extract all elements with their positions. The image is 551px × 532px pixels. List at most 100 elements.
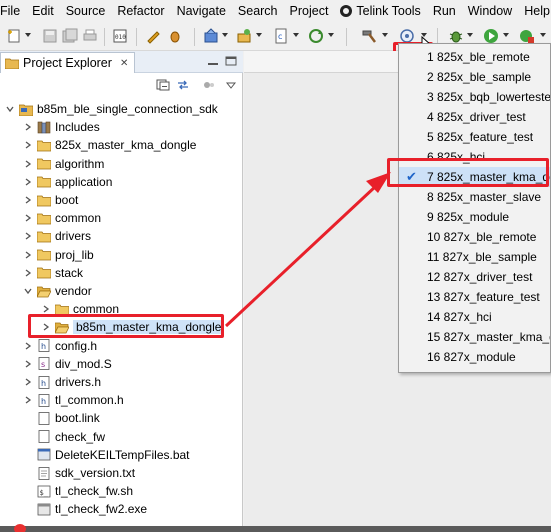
build-config-menu-item[interactable]: 14 827x_hci [399,307,550,327]
menu-edit[interactable]: Edit [26,0,60,23]
build-config-menu-item[interactable]: 8 825x_master_slave [399,187,550,207]
open-type-icon[interactable] [203,28,219,44]
build-config-menu-item[interactable]: 13 827x_feature_test [399,287,550,307]
chevron-right-icon[interactable] [22,358,34,370]
chevron-right-icon[interactable] [22,139,34,151]
tree-item[interactable]: h drivers.h [22,373,101,391]
build-config-menu-label: 15 827x_master_kma_dongle [427,330,550,344]
chevron-right-icon[interactable] [22,394,34,406]
tree-item[interactable]: check_fw [22,428,105,446]
chevron-right-icon[interactable] [22,267,34,279]
open-type-arrow-icon[interactable] [222,33,228,37]
menu-project[interactable]: Project [284,0,335,23]
refresh-icon[interactable] [308,28,324,44]
menu-source[interactable]: Source [60,0,112,23]
tree-item[interactable]: sdk_version.txt [22,464,135,482]
minimize-icon[interactable] [206,55,220,67]
build-config-menu-item[interactable]: 11 827x_ble_sample [399,247,550,267]
tree-item[interactable]: drivers [22,227,91,245]
tree-item[interactable]: stack [22,264,83,282]
save-icon[interactable] [42,28,58,44]
build-config-menu-item[interactable]: 12 827x_driver_test [399,267,550,287]
build-config-menu-item[interactable]: 2 825x_ble_sample [399,67,550,87]
chevron-right-icon[interactable] [22,249,34,261]
debug-arrow-icon[interactable] [467,33,473,37]
tab-project-explorer[interactable]: Project Explorer ✕ [0,52,136,73]
menu-refactor[interactable]: Refactor [111,0,170,23]
chevron-right-icon[interactable] [22,212,34,224]
maximize-icon[interactable] [224,55,238,67]
chevron-right-icon[interactable] [22,376,34,388]
view-menu-icon[interactable] [224,79,238,91]
hammer-arrow-icon[interactable] [382,33,388,37]
refresh-arrow-icon[interactable] [328,33,334,37]
chevron-down-icon[interactable] [22,285,34,297]
tree-item[interactable]: boot [22,191,78,209]
run-arrow-icon[interactable] [503,33,509,37]
build-config-menu-item[interactable]: 10 827x_ble_remote [399,227,550,247]
menu-help[interactable]: Help [518,0,551,23]
folder-icon [37,248,51,261]
svg-text:010: 010 [115,34,126,41]
tree-item[interactable]: vendor [22,282,92,300]
tree-item[interactable]: Includes [22,118,100,136]
collapse-all-icon[interactable] [156,79,170,91]
print-icon[interactable] [82,28,98,44]
tree-item-label: drivers [55,229,92,244]
hammer-icon[interactable] [361,28,377,44]
chevron-right-icon[interactable] [22,176,34,188]
tree-item[interactable]: application [22,173,112,191]
bug-icon[interactable] [167,28,183,44]
build-config-menu-item[interactable]: 16 827x_module [399,347,550,367]
chevron-right-icon[interactable] [22,230,34,242]
tree-item[interactable]: algorithm [22,155,104,173]
chevron-right-icon[interactable] [22,194,34,206]
close-icon[interactable]: ✕ [120,58,128,69]
chevron-down-icon[interactable] [4,103,16,115]
menu-search[interactable]: Search [232,0,284,23]
pencil-icon[interactable] [145,28,161,44]
new-class-arrow-icon[interactable] [256,33,262,37]
menu-run[interactable]: Run [427,0,462,23]
menu-window[interactable]: Window [462,0,518,23]
tree-item[interactable]: DeleteKEILTempFiles.bat [22,446,190,464]
build-config-menu-item[interactable]: 15 827x_master_kma_dongle [399,327,550,347]
build-config-menu-item[interactable]: 9 825x_module [399,207,550,227]
tree-item[interactable]: proj_lib [22,246,94,264]
menu-telink-tools[interactable]: Telink Tools [334,0,426,23]
build-config-menu-item[interactable]: 4 825x_driver_test [399,107,550,127]
tree-item[interactable]: b85m_ble_single_connection_sdk [4,100,218,118]
external-tools-icon[interactable] [519,28,535,44]
chevron-right-icon[interactable] [22,340,34,352]
tree-item[interactable]: h tl_common.h [22,391,124,409]
new-icon[interactable] [6,28,22,44]
debug-icon[interactable] [448,28,464,44]
new-file-icon[interactable]: c [273,28,289,44]
tree-item[interactable]: common [22,209,101,227]
new-class-icon[interactable] [236,28,252,44]
tree-item[interactable]: 825x_master_kma_dongle [22,136,196,154]
build-config-menu-item[interactable]: 5 825x_feature_test [399,127,550,147]
menu-file[interactable]: File [0,0,26,23]
build-config-menu-item[interactable]: 3 825x_bqb_lowertester [399,87,550,107]
menu-navigate[interactable]: Navigate [171,0,232,23]
tree-item[interactable]: $_ tl_check_fw.sh [22,482,133,500]
run-icon[interactable] [483,28,499,44]
save-all-icon[interactable] [62,28,78,44]
tree-item[interactable]: s div_mod.S [22,355,112,373]
new-file-arrow-icon[interactable] [293,33,299,37]
tree-item[interactable]: boot.link [22,409,100,427]
build-config-menu-item[interactable]: 1 825x_ble_remote [399,47,550,67]
folder-icon [37,175,51,188]
filter-icon[interactable] [202,79,216,91]
chevron-right-icon[interactable] [22,121,34,133]
new-dropdown-arrow-icon[interactable] [25,33,31,37]
external-tools-arrow-icon[interactable] [540,33,546,37]
explorer-toolbar [0,73,243,99]
binary-icon[interactable]: 010 [112,28,128,44]
chevron-right-icon[interactable] [22,158,34,170]
tree-item[interactable]: h config.h [22,337,97,355]
link-with-editor-icon[interactable] [176,79,190,91]
tree-item[interactable]: tl_check_fw2.exe [22,500,147,518]
